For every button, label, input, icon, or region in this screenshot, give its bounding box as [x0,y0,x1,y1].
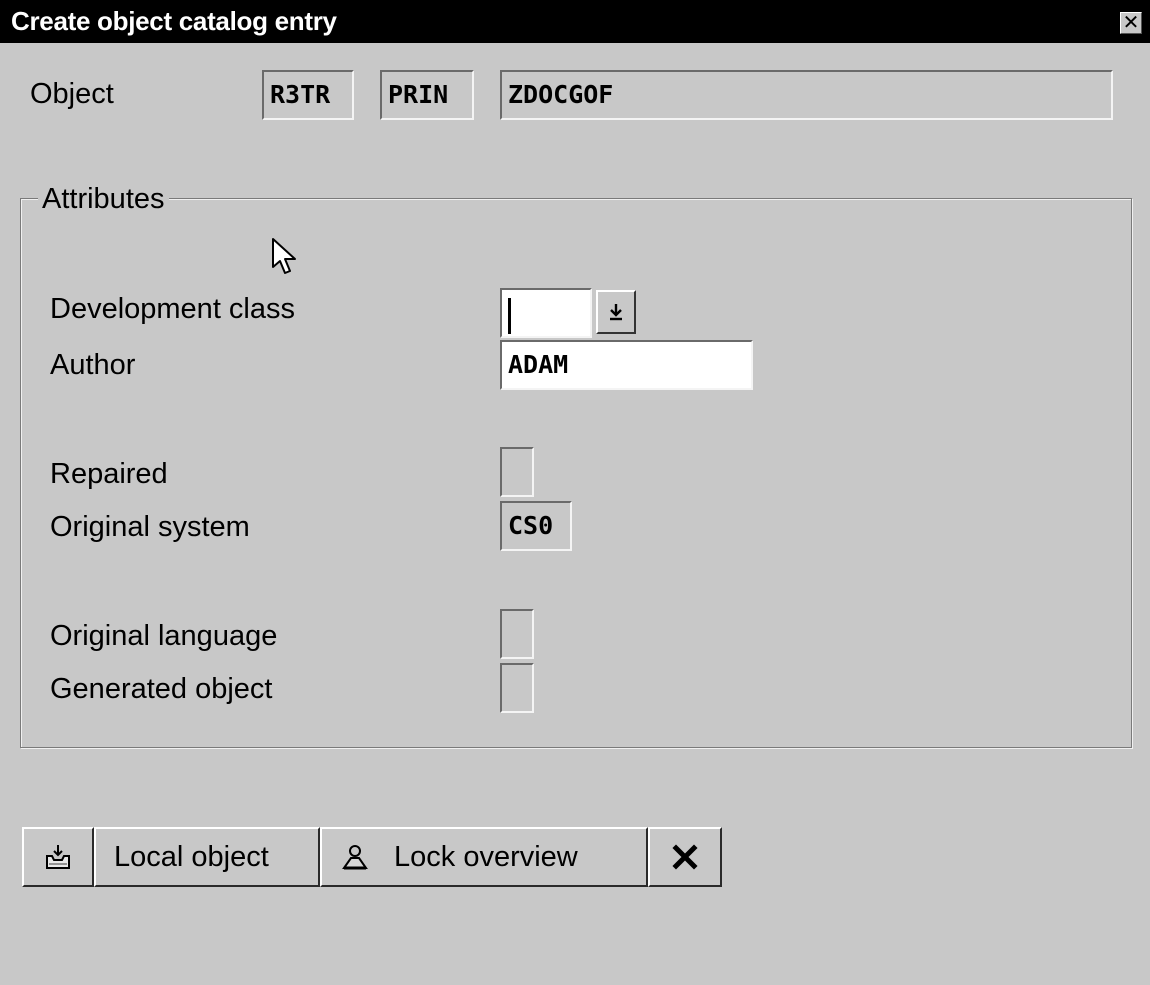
object-label: Object [30,78,114,110]
development-class-input[interactable] [500,288,592,338]
generated-object-field [500,663,534,713]
window-title: Create object catalog entry [11,6,337,36]
object-type-field: PRIN [380,70,474,120]
attributes-group-title: Attributes [38,183,169,216]
author-input[interactable]: ADAM [500,340,753,390]
cancel-icon [672,844,698,870]
text-caret [508,298,511,334]
cancel-button[interactable] [648,827,722,887]
original-system-field: CS0 [500,501,572,551]
object-name-field: ZDOCGOF [500,70,1113,120]
save-button[interactable] [22,827,94,887]
repaired-field [500,447,534,497]
title-bar: Create object catalog entry ✕ [0,0,1150,43]
dropdown-arrow-icon [610,304,622,321]
save-icon [46,845,70,869]
local-object-button[interactable]: Local object [94,827,320,887]
repaired-label: Repaired [50,458,168,490]
lock-overview-button[interactable]: Lock overview [320,827,648,887]
original-language-field [500,609,534,659]
original-language-label: Original language [50,620,278,652]
close-icon: ✕ [1122,10,1140,34]
development-class-dropdown-button[interactable] [596,290,636,334]
local-object-label: Local object [114,840,269,873]
generated-object-label: Generated object [50,673,273,705]
author-label: Author [50,349,136,381]
attributes-group [20,198,1132,748]
dialog-window: Create object catalog entry ✕ Object R3T… [0,0,1150,985]
mouse-pointer-icon [272,238,296,274]
original-system-label: Original system [50,511,250,543]
lock-overview-icon [342,845,368,870]
lock-overview-label: Lock overview [394,840,578,873]
development-class-label: Development class [50,293,295,325]
close-button[interactable]: ✕ [1120,12,1142,34]
object-pgmid-field: R3TR [262,70,354,120]
